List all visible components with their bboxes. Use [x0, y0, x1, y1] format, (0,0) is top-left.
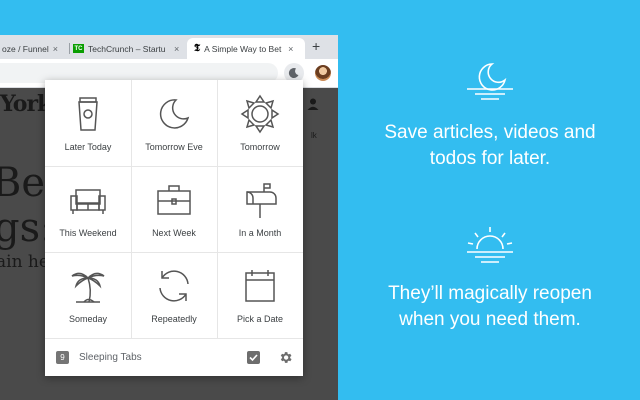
moon-over-water-icon: [467, 63, 513, 100]
page-marker: lk: [311, 131, 317, 140]
techcrunch-favicon: TC: [73, 44, 84, 53]
snooze-options-grid: Later Today Tomorrow Eve Tomorrow This W…: [45, 80, 303, 338]
option-this-weekend[interactable]: This Weekend: [45, 166, 131, 252]
sun-icon: [240, 94, 280, 134]
tab-separator: [69, 43, 70, 54]
checkbox-icon[interactable]: [247, 351, 260, 364]
option-pick-a-date[interactable]: Pick a Date: [217, 252, 303, 338]
option-someday[interactable]: Someday: [45, 252, 131, 338]
sleeping-count-badge: 9: [56, 351, 69, 364]
tab-funnel[interactable]: oze / Funnel ×: [0, 38, 68, 59]
option-label: In a Month: [238, 228, 282, 238]
tab-nyt[interactable]: 𝕿 A Simple Way to Bet ×: [187, 38, 305, 59]
option-repeatedly[interactable]: Repeatedly: [131, 252, 217, 338]
coffee-cup-icon: [78, 97, 98, 131]
option-label: Pick a Date: [236, 314, 284, 324]
option-label: This Weekend: [59, 228, 117, 238]
promo-line: when you need them.: [399, 309, 581, 330]
headline-line-1: Be: [0, 160, 46, 206]
option-label: Repeatedly: [151, 314, 197, 324]
nyt-icon: 𝕿: [194, 43, 201, 54]
briefcase-icon: [157, 185, 191, 215]
option-label: Next Week: [152, 228, 196, 238]
promo-line: Save articles, videos and: [384, 122, 596, 143]
promo-line: todos for later.: [429, 148, 551, 169]
option-tomorrow-eve[interactable]: Tomorrow Eve: [131, 80, 217, 166]
gear-icon[interactable]: [278, 350, 293, 365]
sleeping-tabs-link[interactable]: Sleeping Tabs: [79, 352, 142, 363]
promo-text-1: Save articles, videos and todos for late…: [340, 120, 640, 172]
avatar[interactable]: [315, 65, 331, 81]
option-label: Later Today: [64, 142, 112, 152]
sunrise-icon: [467, 227, 513, 263]
tab-title: TechCrunch – Startu: [88, 43, 166, 54]
popup-footer: 9 Sleeping Tabs: [45, 338, 303, 376]
snooze-popup: Later Today Tomorrow Eve Tomorrow This W…: [45, 80, 303, 376]
mailbox-icon: [246, 183, 277, 218]
moon-icon: [288, 68, 299, 79]
close-icon[interactable]: ×: [174, 44, 179, 54]
page-logo: York: [0, 91, 52, 117]
tab-title: oze / Funnel: [2, 43, 49, 54]
repeat-icon: [159, 270, 189, 302]
promo-line: They’ll magically reopen: [388, 283, 592, 304]
option-label: Someday: [68, 314, 108, 324]
close-icon[interactable]: ×: [53, 44, 58, 54]
close-icon[interactable]: ×: [288, 44, 293, 54]
option-label: Tomorrow: [240, 142, 280, 152]
option-next-week[interactable]: Next Week: [131, 166, 217, 252]
palm-tree-icon: [71, 272, 105, 303]
new-tab-button[interactable]: +: [312, 38, 320, 54]
user-icon[interactable]: [306, 97, 320, 111]
sofa-icon: [70, 189, 106, 214]
tab-title: A Simple Way to Bet: [204, 43, 282, 54]
calendar-icon: [245, 270, 275, 302]
promo-text-2: They’ll magically reopen when you need t…: [340, 281, 640, 333]
option-in-a-month[interactable]: In a Month: [217, 166, 303, 252]
moon-icon: [159, 99, 190, 129]
option-later-today[interactable]: Later Today: [45, 80, 131, 166]
option-tomorrow[interactable]: Tomorrow: [217, 80, 303, 166]
tab-techcrunch[interactable]: TC TechCrunch – Startu ×: [73, 38, 181, 59]
tab-strip: oze / Funnel × TC TechCrunch – Startu × …: [0, 35, 338, 59]
option-label: Tomorrow Eve: [145, 142, 203, 152]
